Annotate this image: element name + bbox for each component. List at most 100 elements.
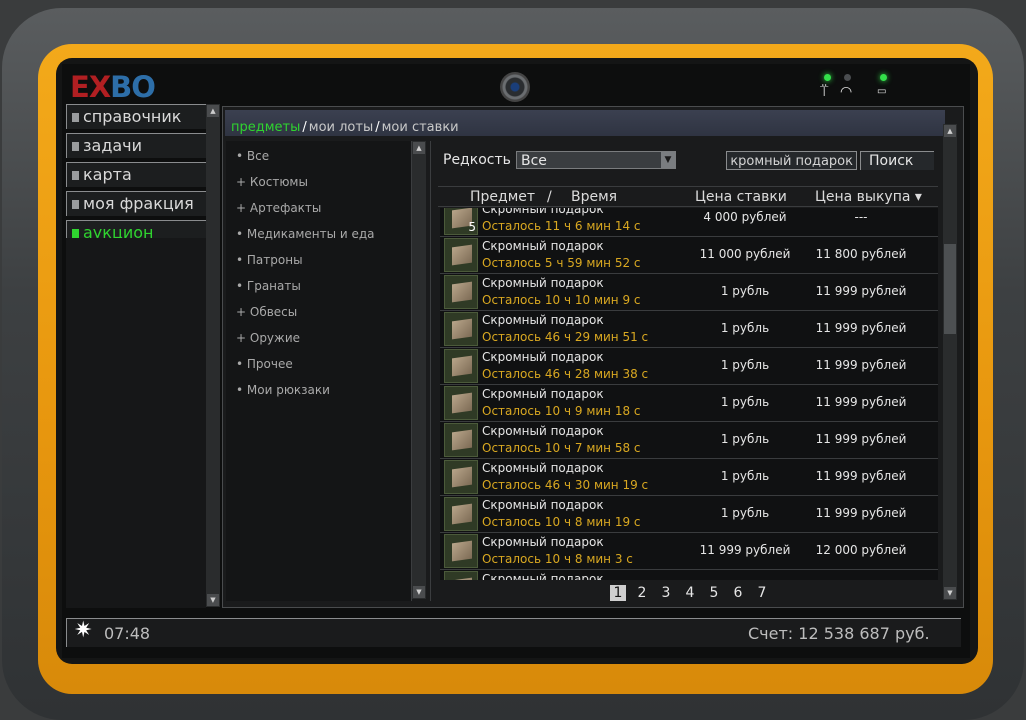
item-quantity: 5 (468, 220, 476, 234)
lot-name: Скромный подарок (482, 208, 604, 216)
lot-name: Скромный подарок (482, 276, 604, 290)
gift-box-icon (444, 386, 478, 420)
lot-row[interactable]: Скромный подарок Осталось 10 ч 9 мин 18 … (440, 385, 938, 422)
wifi-led-icon (844, 74, 851, 81)
lot-name: Скромный подарок (482, 461, 604, 475)
column-separator: / (547, 189, 552, 205)
lot-name: Скромный подарок (482, 535, 604, 549)
auction-tabs: предметы / мои лоты / мои ставки (231, 120, 459, 135)
lot-time-left: Осталось 10 ч 9 мин 18 с (482, 404, 641, 418)
category-other[interactable]: • Прочее (236, 357, 293, 371)
menu-bullet-icon (72, 229, 79, 238)
category-scrollbar[interactable]: ▲ ▼ (412, 141, 426, 599)
tab-items[interactable]: предметы (231, 120, 300, 135)
scroll-down-icon[interactable]: ▼ (207, 594, 219, 606)
lot-name: Скромный подарок (482, 424, 604, 438)
lot-time-left: Осталось 46 ч 29 мин 51 с (482, 330, 649, 344)
gift-box-icon (444, 571, 478, 580)
lot-time-left: Осталось 10 ч 8 мин 19 с (482, 515, 641, 529)
gift-box-icon (444, 460, 478, 494)
scroll-down-icon[interactable]: ▼ (944, 587, 956, 599)
column-time[interactable]: Время (571, 189, 617, 205)
scroll-thumb[interactable] (944, 244, 956, 334)
lot-buyout: 11 999 рублей (815, 395, 907, 409)
lot-time-left: Осталось 46 ч 30 мин 19 с (482, 478, 649, 492)
signal-led-icon (824, 74, 831, 81)
header-divider (438, 186, 938, 187)
search-button[interactable]: Поиск (860, 151, 934, 170)
gift-box-icon (444, 349, 478, 383)
lot-time-left: Осталось 11 ч 6 мин 14 с (482, 219, 641, 233)
lot-row[interactable]: Скромный подарок Осталось 10 ч 8 мин 19 … (440, 496, 938, 533)
menu-item-reference[interactable]: справочник (66, 104, 206, 129)
sun-icon: ✷ (74, 618, 93, 643)
gift-box-icon (444, 534, 478, 568)
tab-my-bids[interactable]: мои ставки (382, 120, 459, 135)
menu-item-map[interactable]: карта (66, 162, 206, 187)
lot-row[interactable]: Скромный подарок Осталось 46 ч 29 мин 51… (440, 311, 938, 348)
chevron-down-icon: ▼ (661, 152, 675, 168)
header-divider (438, 206, 938, 207)
category-grenades[interactable]: • Гранаты (236, 279, 301, 293)
lot-buyout: 11 999 рублей (815, 284, 907, 298)
gift-box-icon (444, 238, 478, 272)
page-2-button[interactable]: 2 (634, 585, 650, 601)
account-balance: Счет: 12 538 687 руб. (748, 624, 930, 643)
menu-item-tasks[interactable]: задачи (66, 133, 206, 158)
menu-scrollbar[interactable]: ▲ ▼ (206, 104, 220, 607)
clock: 07:48 (104, 624, 151, 643)
lot-row[interactable]: Скромный подарок Осталось 46 ч 28 мин 38… (440, 348, 938, 385)
scroll-up-icon[interactable]: ▲ (207, 105, 219, 117)
lot-row[interactable]: Скромный подарок Осталось 5 ч 59 мин 52 … (440, 237, 938, 274)
lot-buyout: 12 000 рублей (815, 543, 907, 557)
lot-name: Скромный подарок (482, 239, 604, 253)
column-bid[interactable]: Цена ставки (695, 189, 787, 205)
lot-row[interactable]: Скромный подарок (440, 570, 938, 580)
scroll-up-icon[interactable]: ▲ (944, 125, 956, 137)
panel-divider (430, 141, 431, 601)
signal-icon: ⍡ (820, 84, 829, 100)
menu-bullet-icon (72, 171, 79, 180)
lot-list: 5 Скромный подарок Осталось 11 ч 6 мин 1… (440, 208, 938, 580)
lot-row[interactable]: Скромный подарок Осталось 10 ч 8 мин 3 с… (440, 533, 938, 570)
lot-row[interactable]: Скромный подарок Осталось 46 ч 30 мин 19… (440, 459, 938, 496)
gift-box-icon (444, 275, 478, 309)
wifi-icon: ◠ (840, 84, 853, 100)
lot-buyout: 11 999 рублей (815, 321, 907, 335)
page-3-button[interactable]: 3 (658, 585, 674, 601)
tab-my-lots[interactable]: мои лоты (309, 120, 373, 135)
lot-name: Скромный подарок (482, 387, 604, 401)
lot-row[interactable]: Скромный подарок Осталось 10 ч 7 мин 58 … (440, 422, 938, 459)
battery-icon: ▭ (877, 86, 887, 97)
lot-row[interactable]: Скромный подарок Осталось 10 ч 10 мин 9 … (440, 274, 938, 311)
battery-led-icon (880, 74, 887, 81)
page-7-button[interactable]: 7 (754, 585, 770, 601)
lot-buyout: 11 999 рублей (815, 469, 907, 483)
category-medicine-food[interactable]: • Медикаменты и еда (236, 227, 375, 241)
category-suits[interactable]: + Костюмы (236, 175, 308, 189)
page-4-button[interactable]: 4 (682, 585, 698, 601)
category-ammo[interactable]: • Патроны (236, 253, 303, 267)
lot-row[interactable]: 5 Скромный подарок Осталось 11 ч 6 мин 1… (440, 208, 938, 237)
page-6-button[interactable]: 6 (730, 585, 746, 601)
column-buyout[interactable]: Цена выкупа ▾ (815, 189, 922, 205)
page-5-button[interactable]: 5 (706, 585, 722, 601)
column-item[interactable]: Предмет (470, 189, 535, 205)
category-all[interactable]: • Все (236, 149, 269, 163)
lot-name: Скромный подарок (482, 350, 604, 364)
category-weapons[interactable]: + Оружие (236, 331, 300, 345)
page-1-button[interactable]: 1 (610, 585, 626, 601)
scroll-up-icon[interactable]: ▲ (413, 142, 425, 154)
category-artifacts[interactable]: + Артефакты (236, 201, 321, 215)
category-my-backpacks[interactable]: • Мои рюкзаки (236, 383, 330, 397)
menu-item-faction[interactable]: моя фракция (66, 191, 206, 216)
search-input[interactable]: кромный подарок (726, 151, 857, 170)
rarity-select[interactable]: Все ▼ (516, 151, 676, 169)
lot-time-left: Осталось 46 ч 28 мин 38 с (482, 367, 649, 381)
gift-box-icon (444, 312, 478, 346)
scroll-down-icon[interactable]: ▼ (413, 586, 425, 598)
lot-time-left: Осталось 10 ч 10 мин 9 с (482, 293, 641, 307)
category-attachments[interactable]: + Обвесы (236, 305, 297, 319)
lot-list-scrollbar[interactable]: ▲ ▼ (943, 124, 957, 600)
lot-buyout: 11 800 рублей (815, 247, 907, 261)
